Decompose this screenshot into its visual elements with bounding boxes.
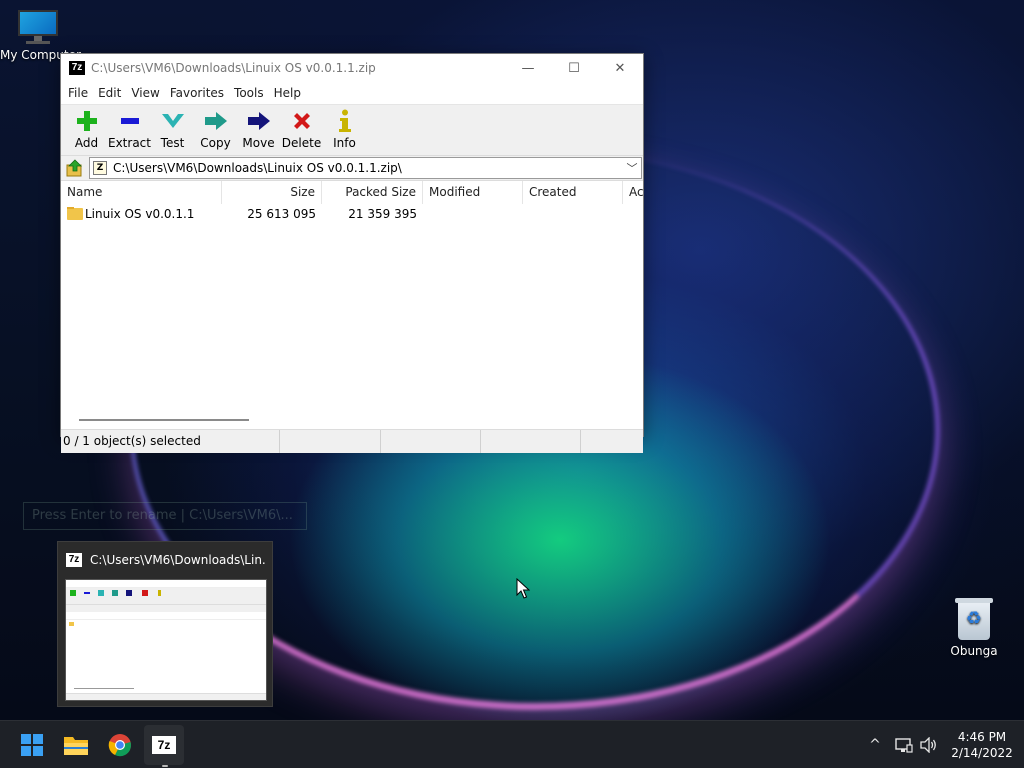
column-header-size[interactable]: Size: [222, 181, 322, 204]
extract-label: Extract: [108, 136, 151, 150]
column-header-created[interactable]: Created: [523, 181, 623, 204]
chrome-button[interactable]: [100, 725, 140, 765]
taskbar: 7z ^ 4:46 PM 2/14/2022: [0, 720, 1024, 768]
status-size: [280, 430, 381, 453]
desktop-icon-label: Obunga: [950, 644, 998, 658]
network-icon[interactable]: [892, 721, 916, 768]
column-header-accessed[interactable]: Ac: [623, 181, 643, 204]
folder-up-icon: [66, 159, 82, 177]
delete-label: Delete: [281, 136, 322, 150]
faded-tooltip: Press Enter to rename | C:\Users\VM6\...: [23, 502, 307, 530]
window-title: C:\Users\VM6\Downloads\Linuix OS v0.0.1.…: [91, 61, 376, 75]
computer-icon: [16, 10, 60, 44]
copy-icon: [201, 108, 231, 134]
address-input[interactable]: Z C:\Users\VM6\Downloads\Linuix OS v0.0.…: [89, 157, 642, 179]
column-header-name[interactable]: Name: [61, 181, 222, 204]
file-list[interactable]: Linuix OS v0.0.1.1 25 613 095 21 359 395: [61, 204, 643, 429]
toolbar: Add Extract Test Copy Move Delete Info: [61, 104, 643, 155]
preview-header: 7z C:\Users\VM6\Downloads\Lin...: [58, 542, 272, 578]
copy-button[interactable]: Copy: [194, 105, 237, 156]
desktop-icon-recycle-bin[interactable]: ♻ Obunga: [936, 598, 1012, 658]
horizontal-scrollbar[interactable]: [79, 419, 249, 421]
folder-icon: [67, 207, 83, 220]
taskbar-window-preview[interactable]: 7z C:\Users\VM6\Downloads\Lin...: [57, 541, 273, 707]
info-icon: [330, 108, 360, 134]
menu-tools[interactable]: Tools: [229, 86, 269, 100]
preview-title: C:\Users\VM6\Downloads\Lin...: [90, 553, 266, 567]
list-header: Name Size Packed Size Modified Created A…: [61, 180, 643, 204]
status-packed: [381, 430, 481, 453]
volume-icon[interactable]: [918, 721, 940, 768]
windows-logo-icon: [21, 734, 43, 756]
test-button[interactable]: Test: [151, 105, 194, 156]
column-header-packed-size[interactable]: Packed Size: [322, 181, 423, 204]
delete-icon: [287, 108, 317, 134]
move-button[interactable]: Move: [237, 105, 280, 156]
menu-view[interactable]: View: [126, 86, 164, 100]
delete-button[interactable]: Delete: [280, 105, 323, 156]
address-text: C:\Users\VM6\Downloads\Linuix OS v0.0.1.…: [113, 161, 402, 175]
column-header-modified[interactable]: Modified: [423, 181, 523, 204]
copy-label: Copy: [200, 136, 231, 150]
add-button[interactable]: Add: [65, 105, 108, 156]
file-explorer-button[interactable]: [56, 725, 96, 765]
start-button[interactable]: [12, 725, 52, 765]
recycle-bin-icon: ♻: [955, 598, 993, 640]
test-icon: [158, 108, 188, 134]
list-item-name: Linuix OS v0.0.1.1: [85, 207, 195, 221]
status-bar: 0 / 1 object(s) selected: [61, 429, 643, 453]
add-icon: [72, 108, 102, 134]
menu-bar: File Edit View Favorites Tools Help: [61, 82, 643, 104]
system-clock[interactable]: 4:46 PM 2/14/2022: [944, 729, 1020, 761]
minimize-button[interactable]: —: [505, 54, 551, 82]
move-label: Move: [242, 136, 275, 150]
list-item-packed-size: 21 359 395: [348, 207, 417, 221]
add-label: Add: [74, 136, 99, 150]
extract-icon: [115, 108, 145, 134]
menu-help[interactable]: Help: [269, 86, 306, 100]
status-selection: 0 / 1 object(s) selected: [61, 430, 280, 453]
status-modified: [481, 430, 581, 453]
7zip-window: 7z C:\Users\VM6\Downloads\Linuix OS v0.0…: [60, 53, 644, 453]
info-label: Info: [333, 136, 356, 150]
clock-time: 4:46 PM: [957, 730, 1007, 744]
show-hidden-icons-button[interactable]: ^: [864, 721, 886, 768]
test-label: Test: [160, 136, 185, 150]
move-icon: [244, 108, 274, 134]
folder-icon: [64, 737, 88, 755]
list-item-name-cell: Linuix OS v0.0.1.1: [61, 207, 222, 221]
7zip-app-icon: 7z: [66, 553, 82, 567]
7zip-taskbar-button[interactable]: 7z: [144, 725, 184, 765]
menu-file[interactable]: File: [63, 86, 93, 100]
7zip-icon: 7z: [152, 736, 176, 754]
info-button[interactable]: Info: [323, 105, 366, 156]
chevron-down-icon[interactable]: ﹀: [623, 160, 641, 176]
list-item-size: 25 613 095: [247, 207, 316, 221]
archive-icon: Z: [93, 161, 107, 175]
clock-date: 2/14/2022: [951, 746, 1013, 760]
folder-up-button[interactable]: [61, 156, 89, 180]
running-indicator: [162, 765, 168, 767]
address-bar: Z C:\Users\VM6\Downloads\Linuix OS v0.0.…: [61, 155, 643, 180]
preview-thumbnail: [65, 579, 267, 701]
menu-edit[interactable]: Edit: [93, 86, 126, 100]
close-button[interactable]: ✕: [597, 54, 643, 82]
menu-favorites[interactable]: Favorites: [165, 86, 229, 100]
maximize-button[interactable]: ☐: [551, 54, 597, 82]
7zip-app-icon: 7z: [69, 61, 85, 75]
list-item[interactable]: Linuix OS v0.0.1.1 25 613 095 21 359 395: [61, 204, 643, 224]
chrome-icon: [108, 734, 131, 757]
mouse-cursor: [516, 577, 531, 603]
title-bar[interactable]: 7z C:\Users\VM6\Downloads\Linuix OS v0.0…: [61, 54, 643, 82]
extract-button[interactable]: Extract: [108, 105, 151, 156]
